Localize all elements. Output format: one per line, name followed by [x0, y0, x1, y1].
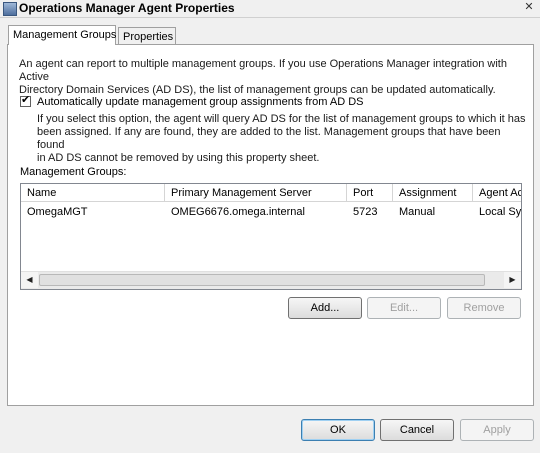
auto-update-checkbox[interactable]: ✔ — [20, 94, 31, 107]
checkmark-icon: ✔ — [21, 94, 31, 106]
tab-properties[interactable]: Properties — [118, 27, 176, 45]
cell-assignment: Manual — [399, 206, 436, 218]
remove-button[interactable]: Remove — [447, 297, 521, 319]
cell-name: OmegaMGT — [27, 206, 88, 218]
management-groups-label: Management Groups: — [20, 166, 127, 178]
close-icon[interactable]: ✕ — [522, 1, 536, 14]
edit-button[interactable]: Edit... — [367, 297, 441, 319]
auto-update-desc-line-3: in AD DS cannot be removed by using this… — [37, 152, 320, 164]
window-title: Operations Manager Agent Properties — [19, 1, 235, 15]
cell-primary-server: OMEG6676.omega.internal — [171, 206, 305, 218]
horizontal-scrollbar[interactable]: ◀ ▶ — [21, 271, 521, 289]
auto-update-desc-line-1: If you select this option, the agent wil… — [37, 113, 526, 125]
auto-update-desc-line-2: been assigned. If any are found, they ar… — [37, 126, 501, 151]
ok-button[interactable]: OK — [301, 419, 375, 441]
tab-properties-label: Properties — [123, 31, 174, 43]
column-header-agent-action[interactable]: Agent Ac — [473, 184, 521, 202]
tab-management-groups-label: Management Groups — [13, 29, 117, 41]
intro-text: An agent can report to multiple manageme… — [19, 58, 524, 97]
app-icon — [3, 2, 17, 16]
add-button[interactable]: Add... — [288, 297, 362, 319]
auto-update-label[interactable]: Automatically update management group as… — [37, 96, 364, 108]
column-header-name[interactable]: Name — [21, 184, 165, 202]
column-header-port[interactable]: Port — [347, 184, 393, 202]
intro-line-1: An agent can report to multiple manageme… — [19, 58, 507, 83]
column-header-assignment[interactable]: Assignment — [393, 184, 473, 202]
title-bar: Operations Manager Agent Properties ✕ — [0, 0, 540, 18]
tab-management-groups[interactable]: Management Groups — [8, 25, 116, 45]
scroll-left-icon[interactable]: ◀ — [21, 272, 38, 288]
cell-port: 5723 — [353, 206, 378, 218]
cancel-button[interactable]: Cancel — [380, 419, 454, 441]
auto-update-description: If you select this option, the agent wil… — [37, 113, 527, 165]
management-groups-list[interactable]: Name Primary Management Server Port Assi… — [20, 183, 522, 290]
scrollbar-thumb[interactable] — [39, 274, 485, 286]
scroll-right-icon[interactable]: ▶ — [504, 272, 521, 288]
column-header-primary-server[interactable]: Primary Management Server — [165, 184, 347, 202]
cell-agent-action: Local Sy — [479, 206, 522, 218]
apply-button[interactable]: Apply — [460, 419, 534, 441]
